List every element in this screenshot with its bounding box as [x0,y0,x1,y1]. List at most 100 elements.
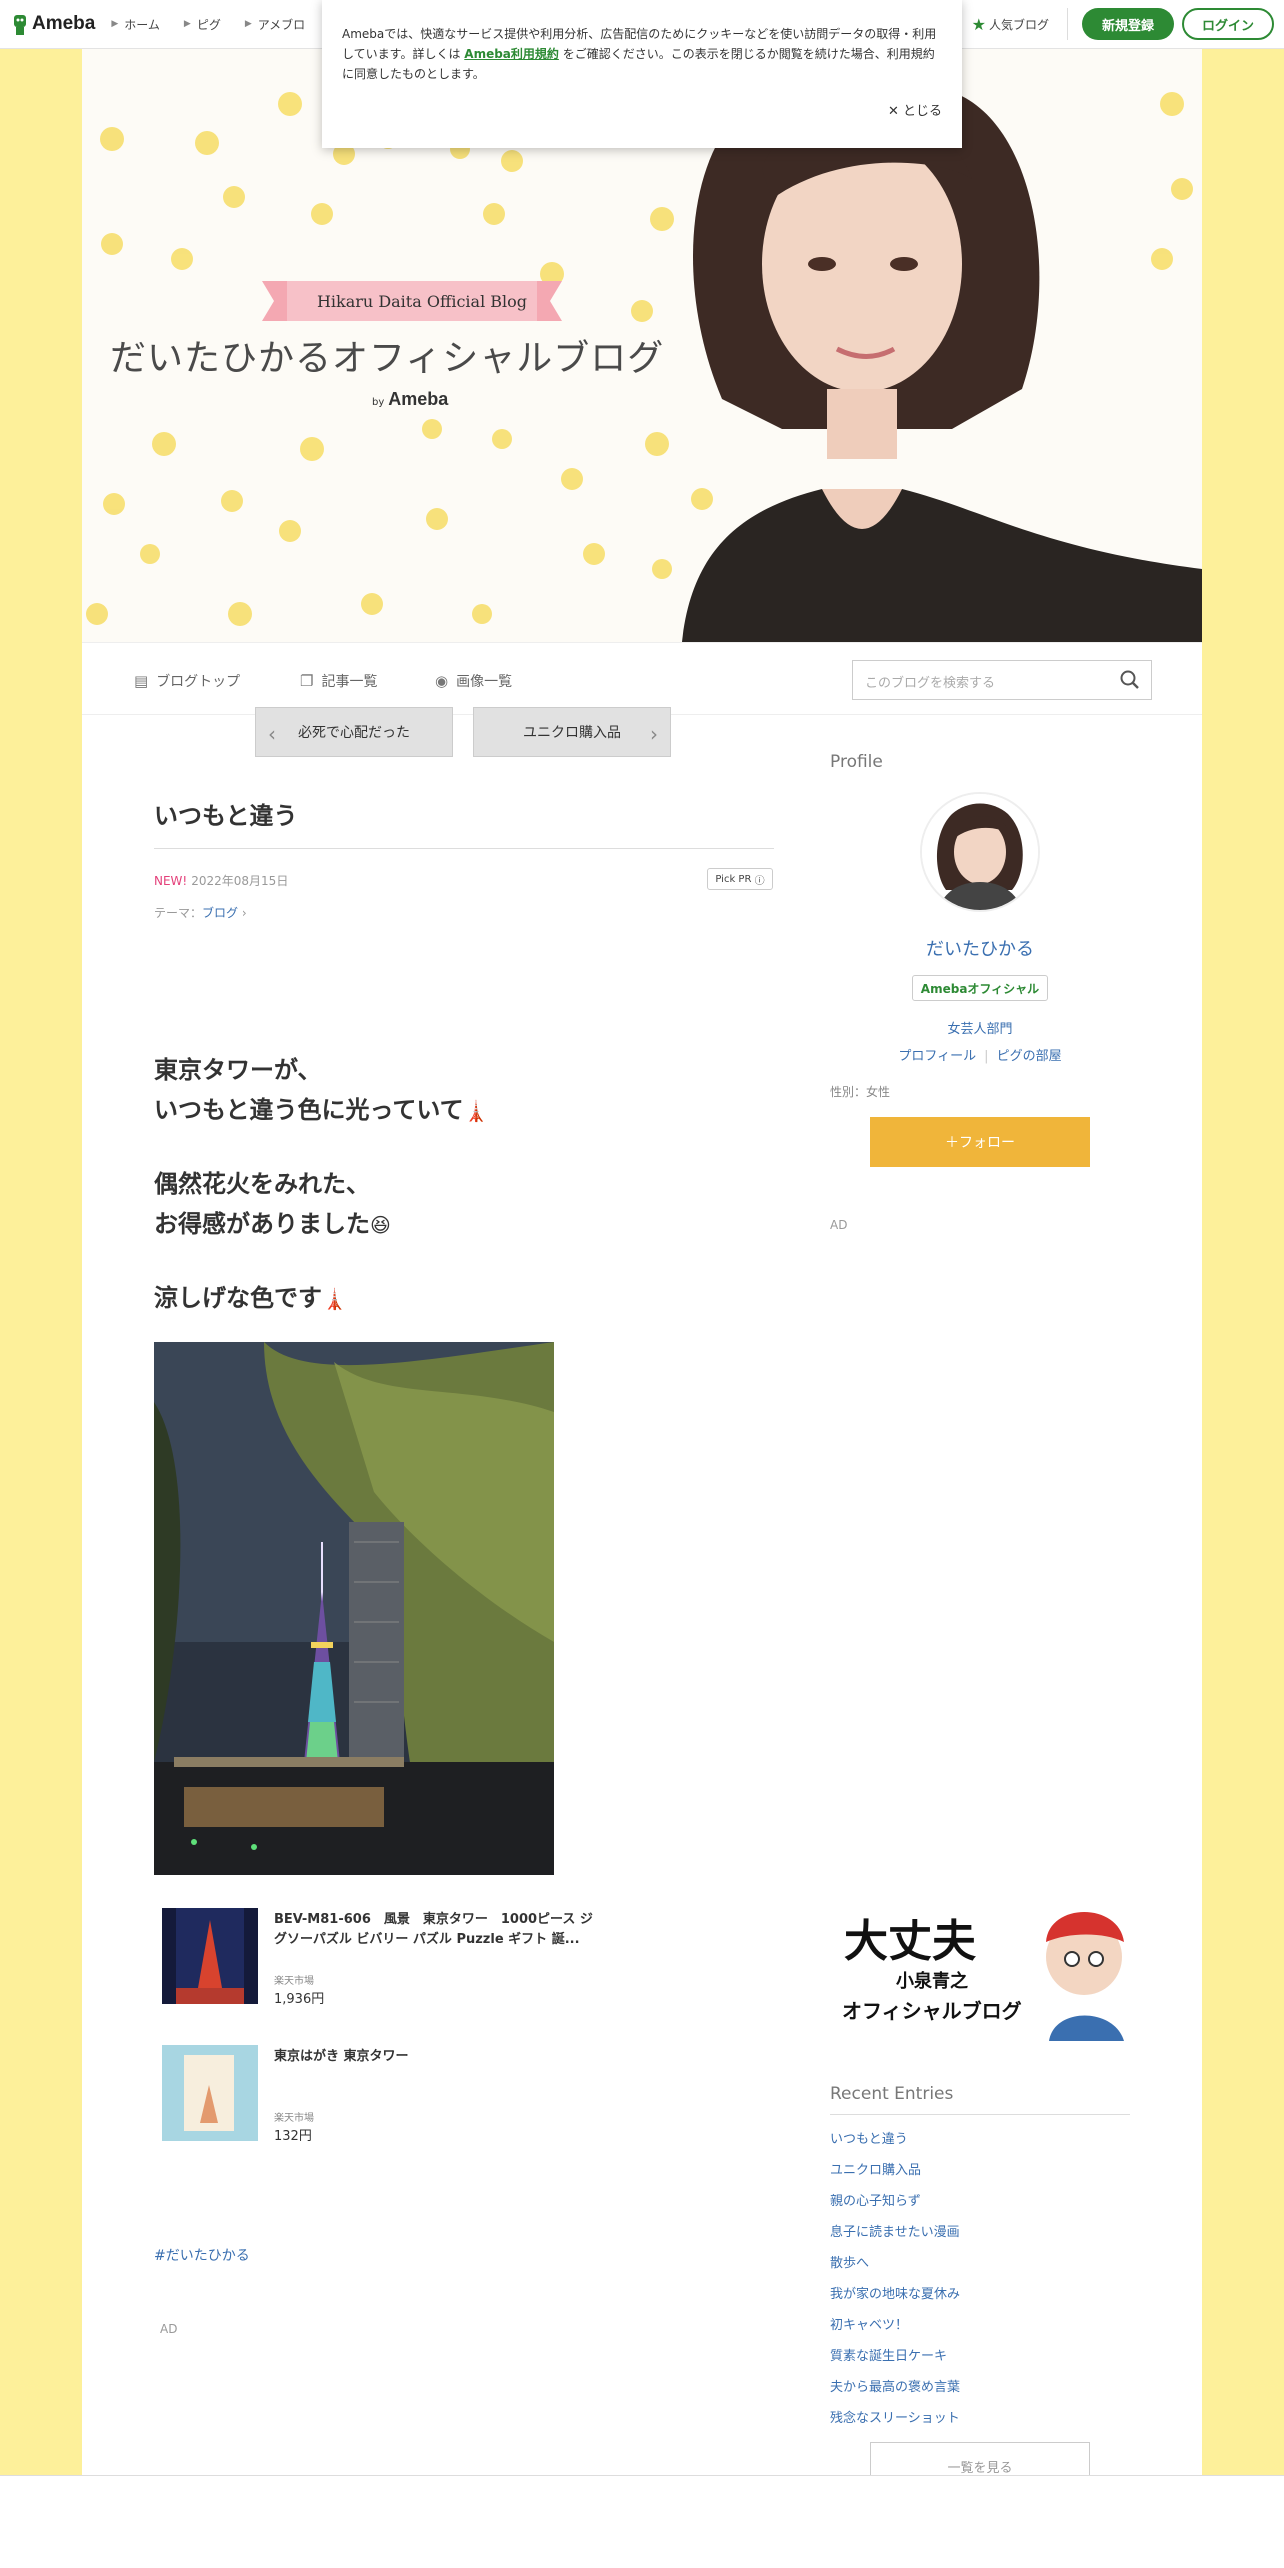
recent-entry-link[interactable]: 残念なスリーショット [830,2407,960,2426]
recent-entry-link[interactable]: 親の心子知らず [830,2190,921,2209]
nav-image-list-label: 画像一覧 [456,674,513,690]
cookie-close-button[interactable]: ✕ とじる [888,102,942,122]
entry-meta: NEW! 2022年08月15日 [154,872,288,889]
ameba-logo-text: Ameba [32,13,96,34]
profile-gender: 性別：女性 [830,1085,891,1099]
entry-photo-tokyo-tower[interactable] [154,1342,554,1875]
entry-line-5: 涼しげな色です [154,1284,322,1312]
next-entry-button[interactable]: ユニクロ購入品 › [473,707,671,757]
title-divider [154,848,774,849]
chevron-right-icon: › [650,722,658,746]
prev-entry-button[interactable]: ‹ 必死で心配だった [255,707,453,757]
recent-entry-link[interactable]: 散歩へ [830,2252,869,2271]
entry-body-line: 涼しげな色です🗼 [154,1278,347,1319]
nav-image-list[interactable]: ◉ 画像一覧 [435,671,512,691]
gnav-home[interactable]: ▶ ホーム [111,16,160,33]
recent-entries-heading: Recent Entries [830,2084,954,2104]
theme-link[interactable]: ブログ [202,906,238,920]
follow-button[interactable]: ＋フォロー [870,1117,1090,1167]
pig-room-link[interactable]: ピグの部屋 [997,1049,1062,1064]
product-card[interactable]: BEV-M81-606 風景 東京タワー 1000ピース ジグソーパズル ビバリ… [162,1908,762,2018]
search-icon[interactable] [1119,669,1141,691]
chevron-right-icon: ▶ [111,19,119,29]
entry-date: 2022年08月15日 [191,874,289,888]
product-price: 132円 [274,2129,312,2144]
pick-pr-label: Pick PR [715,873,752,885]
banner-name: 小泉青之 [896,1971,968,1992]
avatar[interactable] [920,792,1040,912]
entry-line-3: 偶然花火をみれた、 [154,1170,370,1198]
entry-line-4: お得感がありました [154,1210,370,1238]
header-actions: ★ 人気ブログ 新規登録 ログイン [972,8,1274,40]
entry-line-1: 東京タワーが、 [154,1056,322,1084]
gnav-home-label: ホーム [124,17,160,32]
search-placeholder: このブログを検索する [865,676,996,691]
ameba-logo[interactable]: Ameba [12,13,95,35]
terms-link[interactable]: Ameba利用規約 [464,47,559,61]
product-card[interactable]: 東京はがき 東京タワー 楽天市場 132円 [162,2045,762,2155]
global-nav: ▶ ホーム ▶ ピグ ▶ アメブロ [111,16,329,33]
blog-search-input[interactable]: このブログを検索する [852,660,1152,700]
tokyo-tower-emoji-icon: 🗼 [463,1099,489,1123]
recent-entry-link[interactable]: ユニクロ購入品 [830,2159,921,2178]
copy-icon: ❐ [300,672,314,690]
blog-title[interactable]: だいたひかるオフィシャルブログ [110,329,664,381]
hashtag-link[interactable]: #だいたひかる [154,2245,250,2265]
entry-body-line: 偶然花火をみれた、 [154,1164,370,1204]
prev-entry-label: 必死で心配だった [298,725,410,741]
document-icon: ▤ [134,672,149,690]
new-badge: NEW! [154,874,188,888]
nav-entry-list[interactable]: ❐ 記事一覧 [300,671,377,691]
product-store: 楽天市場 [274,1976,314,1987]
ameba-mascot-icon [14,15,26,35]
info-icon: ⓘ [754,875,765,887]
profile-name[interactable]: だいたひかる [830,935,1130,961]
popular-blog-label: 人気ブログ [988,17,1049,32]
product-store: 楽天市場 [274,2113,314,2124]
nav-entry-list-label: 記事一覧 [321,674,378,690]
genre-link[interactable]: 女芸人部門 [830,1018,1130,1037]
entry-body-line: いつもと違う色に光っていて🗼 [154,1090,489,1131]
sponsored-blog-banner[interactable]: 大丈夫 小泉青之 オフィシャルブログ [834,1887,1132,2041]
product-name[interactable]: 東京はがき 東京タワー [274,2047,604,2067]
recent-entry-link[interactable]: 質素な誕生日ケーキ [830,2345,947,2364]
chevron-right-icon: › [241,906,247,920]
ad-label: AD [160,2322,178,2336]
chevron-left-icon: ‹ [268,722,276,746]
gnav-pig[interactable]: ▶ ピグ [184,16,221,33]
pick-pr-button[interactable]: Pick PR ⓘ [707,868,773,890]
recent-entry-link[interactable]: いつもと違う [830,2128,908,2147]
gnav-ameblo[interactable]: ▶ アメブロ [245,16,305,33]
entry-title[interactable]: いつもと違う [154,796,298,831]
login-button[interactable]: ログイン [1182,8,1274,40]
star-icon: ★ [971,14,986,34]
nav-blog-top-label: ブログトップ [156,674,241,690]
recent-entry-link[interactable]: 息子に読ませたい漫画 [830,2221,960,2240]
product-thumbnail [162,1908,258,2004]
chevron-right-icon: ▶ [183,19,191,29]
night-tower-photo [154,1342,554,1875]
by-label: by [372,397,385,408]
ad-label: AD [830,1218,848,1232]
portrait-illustration [682,89,1202,642]
tokyo-tower-emoji-icon: 🗼 [322,1287,347,1311]
ameba-brand: Ameba [388,389,449,409]
close-icon: ✕ [887,104,899,119]
recent-entry-link[interactable]: 我が家の地味な夏休み [830,2283,960,2302]
recent-divider [830,2114,1130,2115]
banner-title: 大丈夫 [844,1916,976,1967]
profile-links: プロフィール | ピグの部屋 [830,1045,1130,1064]
nav-blog-top[interactable]: ▤ ブログトップ [134,671,240,691]
popular-blog-link[interactable]: ★ 人気ブログ [972,15,1049,34]
profile-link[interactable]: プロフィール [898,1049,976,1064]
product-name[interactable]: BEV-M81-606 風景 東京タワー 1000ピース ジグソーパズル ビバリ… [274,1910,604,1950]
gnav-ameblo-label: アメブロ [257,17,306,32]
entry-body-line: お得感がありました😆 [154,1204,391,1245]
cookie-close-label: とじる [902,104,942,119]
recent-entry-link[interactable]: 初キャベツ！ [830,2314,908,2333]
recent-entry-link[interactable]: 夫から最高の褒め言葉 [830,2376,960,2395]
product-price: 1,936円 [274,1992,325,2007]
by-ameba: by Ameba [372,389,448,410]
register-button[interactable]: 新規登録 [1082,8,1174,40]
gnav-pig-label: ピグ [196,17,221,32]
